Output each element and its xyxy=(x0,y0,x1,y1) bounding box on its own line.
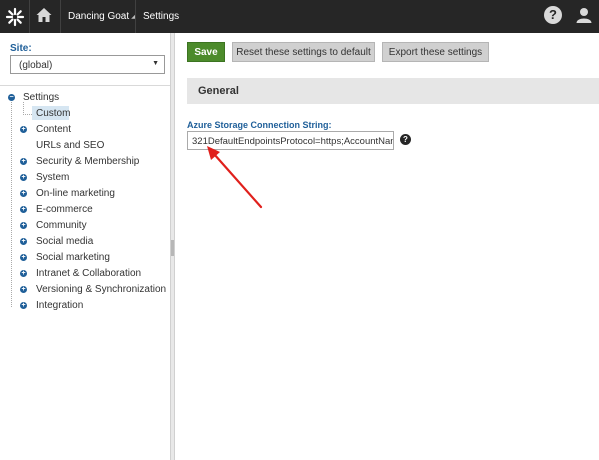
expand-toggle-icon[interactable]: + xyxy=(20,174,27,181)
help-icon[interactable]: ? xyxy=(400,134,411,145)
expand-toggle-icon[interactable]: + xyxy=(20,254,27,261)
help-icon[interactable]: ? xyxy=(544,6,562,24)
expand-toggle-icon[interactable]: + xyxy=(20,302,27,309)
expand-toggle-icon[interactable]: + xyxy=(20,222,27,229)
site-dropdown-value: (global) xyxy=(19,60,53,71)
tree-node-intranet-collaboration[interactable]: Intranet & Collaboration xyxy=(36,268,141,279)
tree-node-community[interactable]: Community xyxy=(36,220,87,231)
site-name-label: Dancing Goat xyxy=(68,11,130,22)
section-title: General xyxy=(198,85,239,97)
tree-node-content[interactable]: Content xyxy=(36,124,71,135)
azure-connection-input[interactable]: 321DefaultEndpointsProtocol=https;Accoun… xyxy=(187,131,394,150)
azure-connection-value: 321DefaultEndpointsProtocol=https;Accoun… xyxy=(192,136,394,147)
azure-connection-label: Azure Storage Connection String: xyxy=(187,120,332,130)
user-icon[interactable] xyxy=(575,6,593,24)
tree-node-e-commerce[interactable]: E-commerce xyxy=(36,204,93,215)
expand-toggle-icon[interactable]: + xyxy=(20,270,27,277)
tree-connector xyxy=(23,114,32,115)
divider xyxy=(29,0,30,33)
expand-toggle-icon[interactable]: + xyxy=(20,286,27,293)
site-selector[interactable]: Dancing Goat ◢ xyxy=(68,11,136,22)
splitter-grip-icon[interactable] xyxy=(171,240,174,256)
tree-node-social-marketing[interactable]: Social marketing xyxy=(36,252,110,263)
export-settings-button[interactable]: Export these settings xyxy=(382,42,489,62)
site-dropdown[interactable]: (global) ▼ xyxy=(10,55,165,74)
divider xyxy=(0,85,170,86)
application-name[interactable]: Settings xyxy=(143,11,179,22)
expand-toggle-icon[interactable]: + xyxy=(20,126,27,133)
tree-node-online-marketing[interactable]: On-line marketing xyxy=(36,188,115,199)
tree-node-integration[interactable]: Integration xyxy=(36,300,83,311)
divider xyxy=(135,0,136,33)
tree-node-system[interactable]: System xyxy=(36,172,69,183)
section-header: General xyxy=(187,78,599,104)
site-label: Site: xyxy=(10,43,32,54)
kentico-logo-icon[interactable] xyxy=(5,7,25,27)
tree-connector xyxy=(11,102,12,307)
home-icon[interactable] xyxy=(35,6,53,24)
expand-toggle-icon[interactable]: + xyxy=(20,158,27,165)
tree-node-social-media[interactable]: Social media xyxy=(36,236,93,247)
expand-toggle-icon[interactable]: + xyxy=(20,190,27,197)
top-bar: Dancing Goat ◢ Settings ? xyxy=(0,0,599,33)
expand-toggle-icon[interactable]: + xyxy=(20,238,27,245)
settings-content: Save Reset these settings to default Exp… xyxy=(175,33,599,460)
tree-node-urls-and-seo[interactable]: URLs and SEO xyxy=(36,140,104,151)
tree-node-custom[interactable]: Custom xyxy=(36,108,70,119)
expand-toggle-icon[interactable]: + xyxy=(20,206,27,213)
save-button[interactable]: Save xyxy=(187,42,225,62)
tree-node-versioning-synchronization[interactable]: Versioning & Synchronization xyxy=(36,284,166,295)
collapse-toggle-icon[interactable]: − xyxy=(8,94,15,101)
tree-node-settings[interactable]: Settings xyxy=(23,92,59,103)
dropdown-arrow-icon: ▼ xyxy=(152,60,159,67)
tree-node-security-membership[interactable]: Security & Membership xyxy=(36,156,139,167)
divider xyxy=(60,0,61,33)
reset-settings-button[interactable]: Reset these settings to default xyxy=(232,42,375,62)
settings-tree-panel: Site: (global) ▼ − Settings Custom + Con… xyxy=(0,33,170,460)
